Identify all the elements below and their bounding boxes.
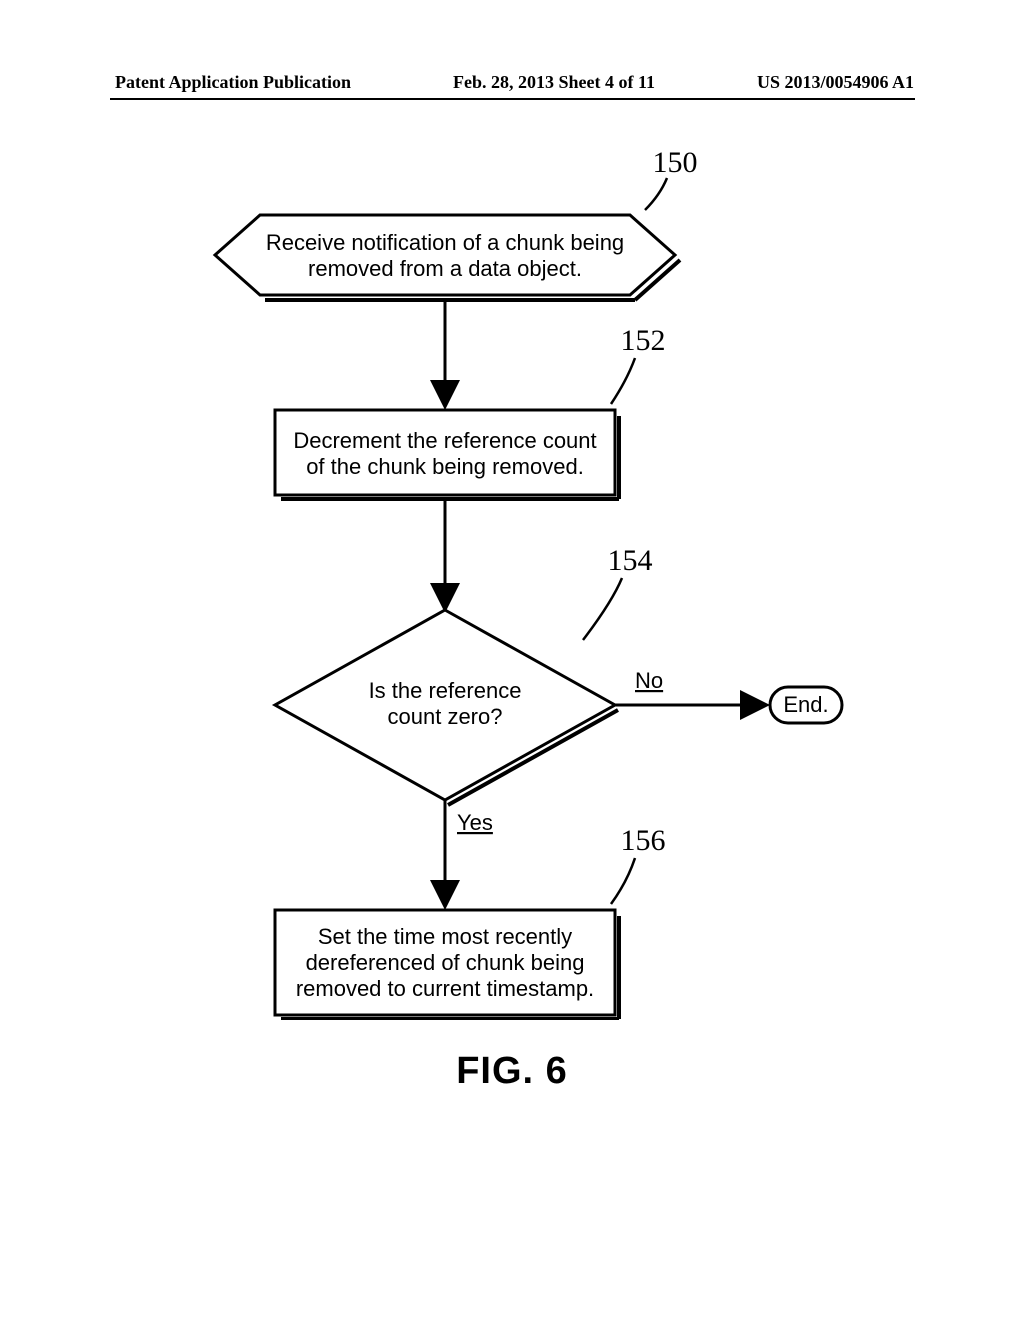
step-150-text-line1: Receive notification of a chunk being	[266, 230, 624, 255]
svg-text:152: 152	[621, 324, 666, 357]
step-156-text-line2: dereferenced of chunk being	[306, 950, 585, 975]
page-header: Patent Application Publication Feb. 28, …	[115, 72, 914, 93]
terminator-end: End.	[770, 687, 842, 723]
figure-label: FIG. 6	[0, 1050, 1024, 1093]
step-152-text-line1: Decrement the reference count	[293, 428, 596, 453]
step-154-text-line2: count zero?	[388, 704, 503, 729]
step-150-receive-notification: Receive notification of a chunk being re…	[215, 215, 680, 300]
edge-label-no: No	[635, 668, 663, 693]
ref-150: 150	[645, 150, 698, 210]
ref-154: 154	[583, 544, 653, 640]
step-154-is-refcount-zero: Is the reference count zero?	[275, 610, 618, 805]
terminator-end-text: End.	[783, 692, 828, 717]
svg-text:154: 154	[608, 544, 653, 577]
flowchart: Receive notification of a chunk being re…	[145, 150, 885, 1020]
step-156-set-time-dereferenced: Set the time most recently dereferenced …	[275, 910, 619, 1019]
step-156-text-line3: removed to current timestamp.	[296, 976, 594, 1001]
step-156-text-line1: Set the time most recently	[318, 924, 572, 949]
svg-text:156: 156	[621, 824, 666, 857]
header-right: US 2013/0054906 A1	[757, 72, 914, 93]
svg-text:150: 150	[653, 150, 698, 179]
ref-156: 156	[611, 824, 666, 904]
header-rule	[110, 98, 915, 100]
step-152-text-line2: of the chunk being removed.	[306, 454, 584, 479]
header-left: Patent Application Publication	[115, 72, 351, 93]
page-container: Patent Application Publication Feb. 28, …	[0, 0, 1024, 1320]
step-152-decrement-refcount: Decrement the reference count of the chu…	[275, 410, 619, 499]
ref-152: 152	[611, 324, 666, 404]
edge-label-yes: Yes	[457, 810, 493, 835]
step-150-text-line2: removed from a data object.	[308, 256, 582, 281]
header-center: Feb. 28, 2013 Sheet 4 of 11	[453, 72, 655, 93]
step-154-text-line1: Is the reference	[369, 678, 522, 703]
